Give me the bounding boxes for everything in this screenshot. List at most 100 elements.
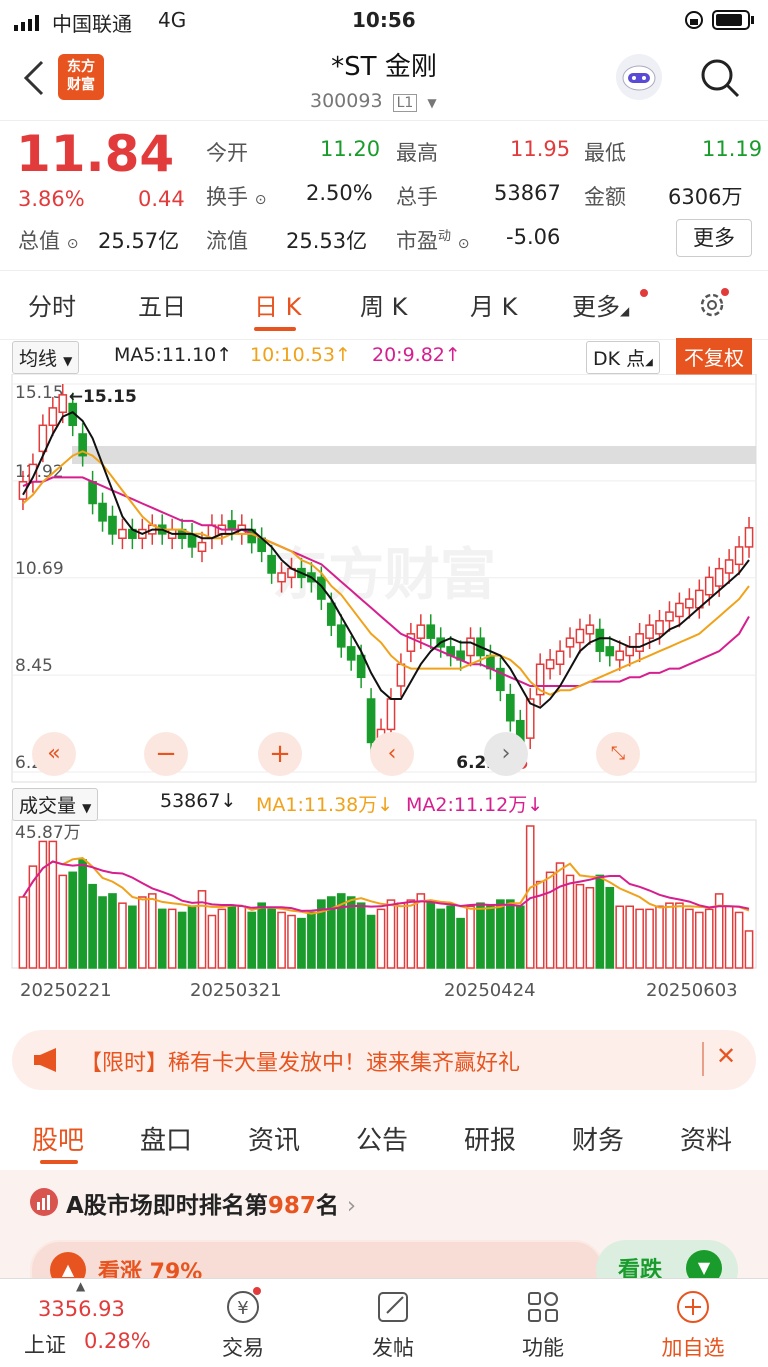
volume-bar	[177, 911, 187, 969]
volume-bar	[257, 902, 267, 969]
tab-research[interactable]: 研报	[464, 1120, 516, 1157]
candle-body	[605, 646, 615, 657]
y-tick-label: 8.45	[15, 656, 53, 676]
tab-more[interactable]: 更多◢	[572, 287, 629, 322]
candle-body	[555, 650, 565, 665]
volume-bar	[68, 871, 78, 969]
info-icon[interactable]: ⊙	[255, 192, 267, 208]
active-tab-underline	[254, 327, 296, 331]
candle-body	[575, 628, 585, 644]
volume-bar	[456, 917, 465, 969]
ma10-label: 10:10.53↑	[250, 344, 351, 366]
level-badge: L1	[392, 94, 418, 112]
kline-chart[interactable]: 15.1512.9210.698.456.22东方财富←15.156.22→45…	[0, 373, 768, 1014]
pe-sup: 动	[438, 229, 452, 244]
tab-intraday[interactable]: 分时	[28, 287, 76, 322]
nav-trade[interactable]: ¥ 交易	[188, 1287, 298, 1362]
zoom-out-button[interactable]: −	[144, 732, 188, 776]
info-icon[interactable]: ⊙	[458, 236, 470, 252]
more-button[interactable]: 更多	[676, 219, 752, 257]
search-icon[interactable]	[698, 56, 742, 104]
volume-bar	[675, 902, 684, 969]
close-icon[interactable]: ✕	[716, 1042, 736, 1070]
nav-add-watchlist[interactable]: 加自选	[638, 1287, 748, 1362]
zoom-in-button[interactable]: +	[258, 732, 302, 776]
banner-divider	[702, 1042, 704, 1076]
volume-bar	[396, 902, 406, 969]
tab-notices[interactable]: 公告	[356, 1120, 408, 1157]
adjust-toggle-button[interactable]: 不复权	[676, 338, 752, 375]
promo-banner[interactable]: 【限时】稀有卡大量发放中！速来集齐赢好礼 ✕	[12, 1030, 756, 1090]
volume-value: 53867↓	[160, 790, 237, 812]
volume-bar	[685, 908, 694, 969]
megaphone-icon	[32, 1046, 62, 1078]
tab-more-label: 更多	[572, 293, 620, 321]
tab-weekly-k[interactable]: 周 K	[360, 287, 407, 322]
volume-bar	[277, 911, 286, 969]
pe-label: 市盈动 ⊙	[396, 225, 469, 255]
candle-body	[88, 481, 97, 505]
candle-body	[685, 598, 694, 609]
float-label: 流值	[206, 229, 248, 253]
candle-body	[714, 567, 724, 587]
volume-bar	[207, 914, 217, 969]
turnover-label: 换手 ⊙	[206, 181, 266, 211]
rank-section[interactable]: A股市场即时排名第987名 › ▲ 看涨 79% 看跌 ▼	[0, 1170, 768, 1304]
resistance-band	[72, 446, 756, 464]
robot-assistant-icon[interactable]	[616, 54, 662, 100]
content-tabs: 股吧 盘口 资讯 公告 研报 财务 资料	[0, 1100, 768, 1170]
settings-gear-icon[interactable]	[696, 287, 730, 325]
amount-value: 6306万	[668, 185, 743, 209]
quote-panel: 11.84 3.86% 0.44 总值 ⊙ 25.57亿 今开 11.20 最高…	[0, 120, 768, 271]
nav-functions[interactable]: 功能	[488, 1287, 598, 1362]
volume-bar	[466, 905, 475, 969]
tab-monthly-k[interactable]: 月 K	[470, 287, 517, 322]
kline-chart-svg[interactable]: 15.1512.9210.698.456.22东方财富←15.156.22→45…	[0, 373, 768, 1014]
scroll-left-button[interactable]: ‹	[370, 732, 414, 776]
volume-bar	[635, 908, 644, 969]
volume-bar	[615, 905, 625, 969]
info-icon[interactable]: ⊙	[67, 236, 79, 252]
volume-bar	[565, 874, 575, 969]
tab-guba[interactable]: 股吧	[32, 1120, 84, 1157]
bottom-nav: ▲ 3356.93 上证 0.28% ¥ 交易 发帖 功能 加自选	[0, 1278, 768, 1367]
corner-caret-icon: ◢	[620, 304, 630, 318]
tab-daily-k[interactable]: 日 K	[254, 287, 301, 322]
tab-profile[interactable]: 资料	[680, 1120, 732, 1157]
tab-five-day[interactable]: 五日	[138, 287, 186, 322]
index-name: 上证	[24, 1333, 66, 1357]
candle-body	[744, 527, 754, 548]
nav-post[interactable]: 发帖	[338, 1287, 448, 1362]
turnover-value: 2.50%	[306, 181, 373, 205]
scroll-right-button[interactable]: ›	[484, 732, 528, 776]
volume-ma1: MA1:11.38万↓	[256, 794, 394, 816]
volume-bar	[98, 896, 107, 969]
volume-bar	[247, 911, 257, 969]
dk-point-select[interactable]: DK 点◢	[586, 341, 660, 374]
candle-body	[38, 424, 48, 453]
x-date-label: 20250221	[20, 980, 112, 1001]
caret-down-icon: ▼	[427, 96, 437, 110]
y-tick-label: 15.15	[15, 383, 64, 403]
turnover-label-text: 换手	[206, 185, 248, 209]
volume-bar	[137, 896, 147, 969]
y-tick-label: 10.69	[15, 559, 64, 579]
tab-finance[interactable]: 财务	[572, 1120, 624, 1157]
volume-bar	[704, 908, 714, 969]
volume-bar	[118, 902, 127, 969]
volume-bar	[446, 905, 455, 969]
fullscreen-button[interactable]: ⤡	[596, 732, 640, 776]
tab-news[interactable]: 资讯	[248, 1120, 300, 1157]
stock-code[interactable]: 300093 L1 ▼	[310, 90, 437, 112]
candle-body	[565, 637, 575, 648]
scroll-left-fast-button[interactable]: «	[32, 732, 76, 776]
volume-bar	[496, 899, 505, 969]
low-label: 最低	[584, 141, 626, 165]
ma5-label: MA5:11.10↑	[114, 344, 233, 366]
candle-body	[655, 620, 664, 635]
tab-pankou[interactable]: 盘口	[140, 1120, 192, 1157]
caret-down-icon: ▼	[63, 354, 73, 368]
volume-indicator-select[interactable]: 成交量 ▼	[12, 788, 99, 821]
index-widget[interactable]: ▲ 3356.93 上证 0.28%	[10, 1279, 170, 1367]
indicator-select[interactable]: 均线 ▼	[12, 341, 80, 374]
